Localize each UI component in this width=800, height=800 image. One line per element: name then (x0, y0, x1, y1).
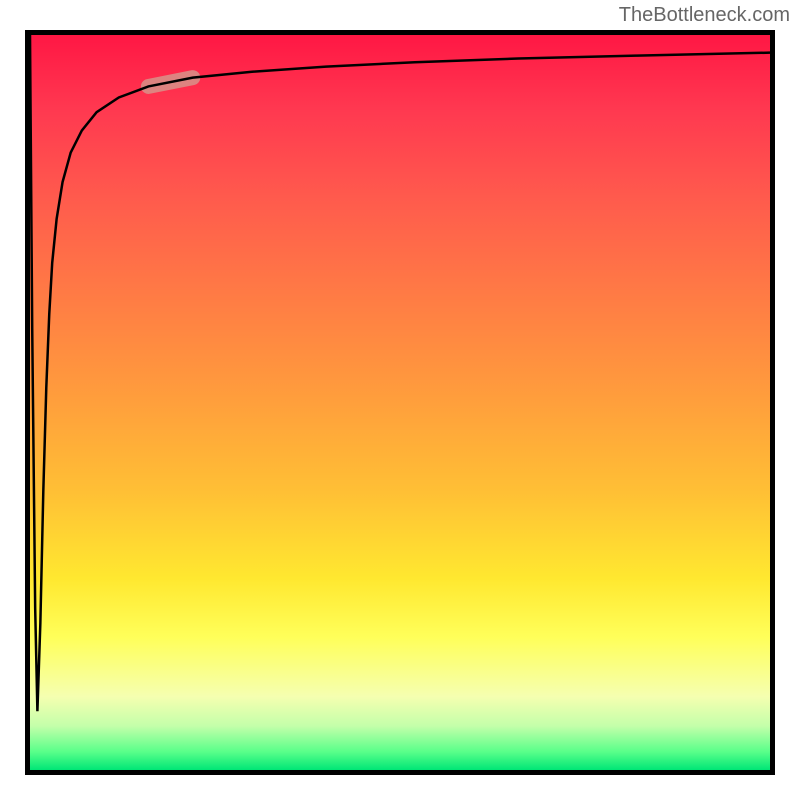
bottleneck-curve (30, 35, 770, 711)
watermark-text: TheBottleneck.com (619, 4, 790, 27)
chart-frame (25, 30, 775, 775)
chart-svg (30, 35, 770, 770)
chart-plot-area (30, 35, 770, 770)
curve-highlight-segment (148, 78, 192, 87)
